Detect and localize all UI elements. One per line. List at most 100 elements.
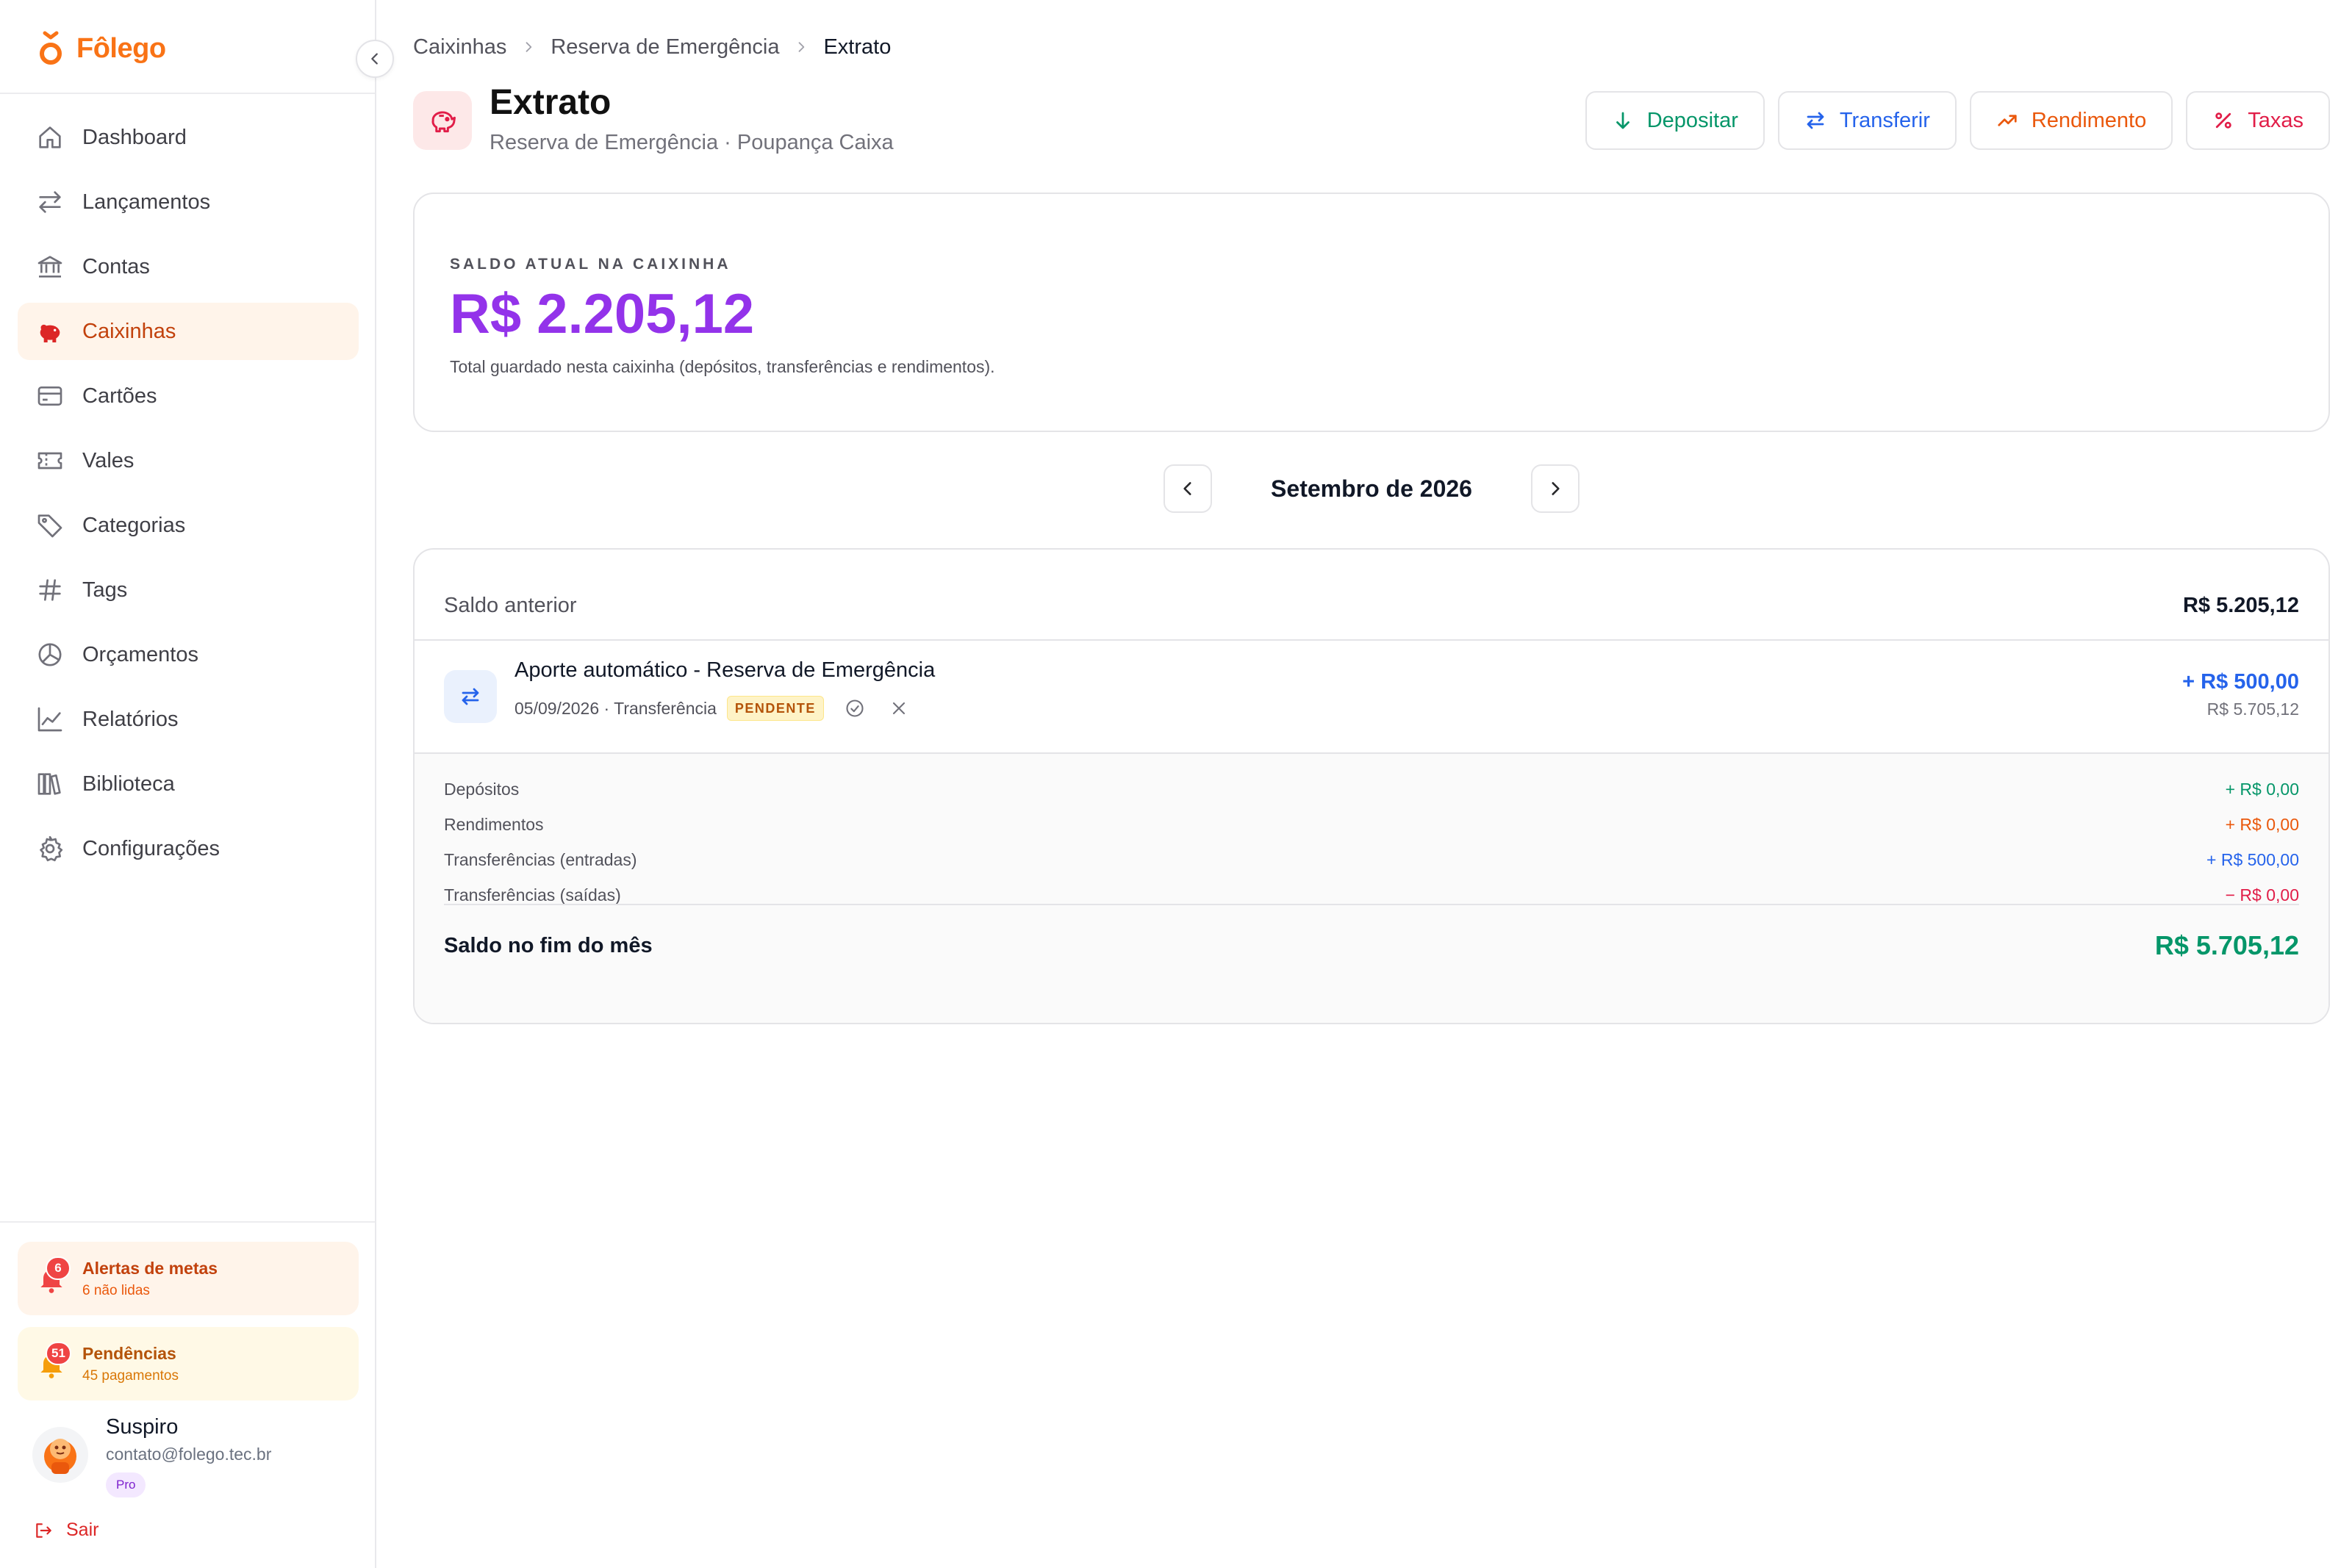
sidebar-item-categorias[interactable]: Categorias	[18, 497, 359, 554]
sidebar-nav: Dashboard Lançamentos Contas Caixinhas C…	[18, 109, 359, 885]
sidebar-item-caixinhas[interactable]: Caixinhas	[18, 303, 359, 360]
sidebar-item-contas[interactable]: Contas	[18, 238, 359, 295]
summary-yield-label: Rendimentos	[444, 814, 544, 834]
sidebar-item-vales[interactable]: Vales	[18, 432, 359, 489]
goal-alerts-title: Alertas de metas	[82, 1258, 218, 1278]
confirm-transaction-button[interactable]	[842, 695, 868, 722]
summary-transfers-out-value: − R$ 0,00	[2225, 885, 2299, 905]
user-email: contato@folego.tec.br	[106, 1445, 272, 1464]
gear-icon	[40, 835, 63, 862]
summary-transfers-out-label: Transferências (saídas)	[444, 885, 621, 905]
sidebar-item-label: Orçamentos	[82, 642, 198, 666]
breadcrumb-item-reserva[interactable]: Reserva de Emergência	[551, 35, 779, 60]
swap-icon	[39, 191, 61, 213]
sidebar-item-label: Vales	[82, 448, 135, 472]
transaction-row[interactable]: Aporte automático - Reserva de Emergênci…	[415, 641, 2328, 754]
transfer-button[interactable]: Transferir	[1777, 91, 1957, 150]
folego-logo-icon	[38, 29, 63, 68]
sidebar-item-orcamentos[interactable]: Orçamentos	[18, 626, 359, 683]
credit-card-icon	[37, 386, 62, 406]
pie-chart-icon	[38, 643, 62, 666]
sidebar-item-label: Categorias	[82, 513, 186, 537]
cancel-transaction-button[interactable]	[886, 695, 912, 722]
month-navigator: Setembro de 2026	[376, 464, 2352, 513]
sidebar-item-relatorios[interactable]: Relatórios	[18, 691, 359, 748]
line-chart-icon	[37, 707, 62, 732]
user-name: Suspiro	[106, 1415, 179, 1439]
summary-deposits-row: Depósitos + R$ 0,00	[444, 774, 2299, 804]
breadcrumb-item-caixinhas[interactable]: Caixinhas	[413, 35, 506, 60]
logout-button[interactable]: Sair	[34, 1520, 98, 1541]
deposit-button[interactable]: Depositar	[1585, 91, 1765, 150]
tag-icon	[37, 514, 62, 538]
pending-count: 51	[46, 1342, 71, 1365]
summary-deposits-label: Depósitos	[444, 779, 520, 799]
pending-subtitle: 45 pagamentos	[82, 1367, 179, 1384]
chevron-left-icon	[1183, 482, 1191, 495]
action-bar: Depositar Transferir Rendimento Taxas	[1585, 91, 2330, 150]
sidebar-item-label: Relatórios	[82, 707, 179, 731]
transfer-label: Transferir	[1839, 108, 1930, 132]
status-badge: PENDENTE	[726, 696, 824, 721]
sidebar-divider	[0, 1221, 375, 1223]
yield-button[interactable]: Rendimento	[1969, 91, 2173, 150]
collapse-sidebar-button[interactable]	[356, 40, 394, 78]
summary-transfers-in-row: Transferências (entradas) + R$ 500,00	[444, 845, 2299, 874]
sidebar-item-cartoes[interactable]: Cartões	[18, 367, 359, 425]
chevron-right-icon	[1552, 482, 1560, 495]
ticket-icon	[37, 452, 62, 470]
next-month-button[interactable]	[1531, 464, 1580, 513]
summary-deposits-value: + R$ 0,00	[2225, 779, 2299, 799]
transaction-date-type: 05/09/2026 · Transferência	[514, 698, 717, 718]
yield-label: Rendimento	[2031, 108, 2147, 132]
sidebar-item-label: Cartões	[82, 384, 157, 408]
brand[interactable]: Fôlego	[38, 28, 166, 69]
logout-label: Sair	[66, 1520, 99, 1540]
sidebar-item-lancamentos[interactable]: Lançamentos	[18, 173, 359, 231]
sidebar-item-label: Caixinhas	[82, 319, 176, 343]
sidebar-item-tags[interactable]: Tags	[18, 561, 359, 619]
bank-icon	[37, 256, 62, 278]
summary-end-balance-row: Saldo no fim do mês R$ 5.705,12	[444, 930, 2299, 961]
swap-icon	[1807, 112, 1824, 129]
sidebar-divider	[0, 93, 375, 94]
page-subtitle: Reserva de Emergência · Poupança Caixa	[490, 131, 894, 154]
transaction-amount: + R$ 500,00	[2182, 670, 2299, 694]
sidebar-item-label: Contas	[82, 254, 150, 278]
sidebar-item-biblioteca[interactable]: Biblioteca	[18, 755, 359, 813]
transaction-meta: 05/09/2026 · Transferência PENDENTE	[514, 695, 912, 722]
summary-end-label: Saldo no fim do mês	[444, 933, 653, 957]
balance-label: SALDO ATUAL NA CAIXINHA	[450, 256, 731, 273]
breadcrumb-item-current: Extrato	[823, 35, 892, 59]
sidebar-item-dashboard[interactable]: Dashboard	[18, 109, 359, 166]
sidebar: Fôlego Dashboard Lançamentos Contas Caix…	[0, 0, 376, 1568]
pending-title: Pendências	[82, 1343, 176, 1363]
statement-card: Saldo anterior R$ 5.205,12 Aporte automá…	[413, 548, 2330, 1024]
goal-alerts-card[interactable]: 6 Alertas de metas 6 não lidas	[18, 1242, 359, 1315]
sidebar-item-label: Lançamentos	[82, 190, 211, 214]
balance-value: R$ 2.205,12	[450, 283, 755, 345]
breadcrumb: Caixinhas Reserva de Emergência Extrato	[413, 35, 891, 60]
previous-month-button[interactable]	[1164, 464, 1212, 513]
chevron-right-icon	[794, 36, 808, 60]
page-title: Extrato	[490, 83, 612, 122]
hash-icon	[39, 579, 61, 601]
main-content: Caixinhas Reserva de Emergência Extrato …	[376, 0, 2352, 1568]
user-profile[interactable]: Suspiro contato@folego.tec.br Pro	[32, 1411, 356, 1506]
fees-label: Taxas	[2248, 108, 2303, 132]
month-summary: Depósitos + R$ 0,00 Rendimentos + R$ 0,0…	[415, 754, 2328, 1023]
sidebar-item-configuracoes[interactable]: Configurações	[18, 820, 359, 877]
close-icon	[892, 702, 905, 715]
previous-balance-row: Saldo anterior R$ 5.205,12	[415, 550, 2328, 641]
summary-yield-row: Rendimentos + R$ 0,00	[444, 810, 2299, 839]
summary-end-value: R$ 5.705,12	[2154, 930, 2299, 960]
chevron-left-icon	[371, 53, 378, 65]
summary-transfers-in-label: Transferências (entradas)	[444, 849, 637, 869]
balance-note: Total guardado nesta caixinha (depósitos…	[450, 357, 995, 376]
fees-button[interactable]: Taxas	[2186, 91, 2330, 150]
chevron-right-icon	[521, 36, 536, 60]
library-icon	[37, 773, 61, 795]
deposit-label: Depositar	[1646, 108, 1738, 132]
pending-card[interactable]: 51 Pendências 45 pagamentos	[18, 1327, 359, 1400]
piggy-bank-icon	[40, 324, 60, 342]
